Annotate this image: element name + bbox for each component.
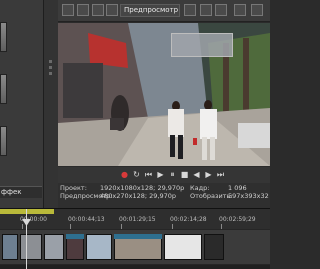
tick (70, 224, 71, 229)
preview-info: Проект: 1920x1080x128; 29,970p Предпросм… (58, 183, 270, 208)
grip-dot (49, 60, 52, 63)
video-clip[interactable] (164, 234, 202, 260)
media-thumbnail[interactable] (0, 74, 7, 104)
panel-splitter[interactable] (44, 0, 58, 208)
audio-track-strip (0, 265, 270, 269)
tick (221, 224, 222, 229)
play-icon[interactable]: ▶ (156, 170, 165, 179)
display-value: 597x393x32 (228, 192, 269, 200)
image-overlay (171, 33, 233, 57)
loop-icon[interactable]: ↻ (132, 170, 141, 179)
project-label: Проект: (60, 184, 87, 192)
overlays-icon[interactable] (106, 4, 118, 16)
more-icon[interactable] (251, 4, 263, 16)
dropdown-arrow-icon[interactable] (184, 4, 196, 16)
settings-icon[interactable] (62, 4, 74, 16)
copy-snapshot-icon[interactable] (200, 4, 212, 16)
grip-dot (49, 72, 52, 75)
video-track[interactable] (0, 230, 270, 264)
timeline-ruler[interactable]: 00:00:00 00:00:44;13 00:01:29;15 00:02:1… (0, 209, 270, 229)
video-preview[interactable] (58, 23, 270, 166)
clip-label-bar (66, 234, 84, 239)
video-clip[interactable] (2, 234, 18, 260)
preview-quality-select[interactable]: Предпросмотр (авто) (120, 4, 180, 17)
split-screen-icon[interactable] (92, 4, 104, 16)
preview-toolbar: Предпросмотр (авто) (58, 0, 270, 22)
video-clip[interactable] (204, 234, 224, 260)
tick-label: 00:00:44;13 (68, 216, 105, 223)
video-clip[interactable] (44, 234, 64, 260)
next-frame-icon[interactable]: ▶ (204, 170, 213, 179)
timeline[interactable]: 00:00:00 00:00:44;13 00:01:29;15 00:02:1… (0, 208, 270, 269)
external-monitor-icon[interactable] (77, 4, 89, 16)
frame-label: Кадр: (190, 184, 210, 192)
tab-effects[interactable]: ффек (0, 186, 42, 198)
tick-label: 00:01:29;15 (119, 216, 156, 223)
next-marker-icon[interactable]: ⏭ (216, 170, 225, 179)
save-snapshot-icon[interactable] (215, 4, 227, 16)
record-icon[interactable]: ● (120, 170, 129, 179)
prev-frame-icon[interactable]: ◀ (192, 170, 201, 179)
tick (121, 224, 122, 229)
video-clip[interactable] (86, 234, 112, 260)
tick (22, 224, 23, 229)
play-from-start-icon[interactable]: ⏮ (144, 170, 153, 179)
video-frame (58, 23, 270, 166)
pause-icon[interactable]: ⏸ (168, 170, 177, 179)
frame-value: 1 096 (228, 184, 247, 192)
project-value: 1920x1080x128; 29,970p (100, 184, 185, 192)
stop-icon[interactable]: ■ (180, 170, 189, 179)
playhead[interactable] (26, 209, 27, 269)
transport-controls: ● ↻ ⏮ ▶ ⏸ ■ ◀ ▶ ⏭ (58, 167, 270, 183)
video-clip[interactable] (20, 234, 42, 260)
preview-value: 480x270x128; 29,970p (100, 192, 177, 200)
tick (172, 224, 173, 229)
grid-icon[interactable] (234, 4, 246, 16)
media-panel: ффек (0, 0, 44, 208)
media-thumbnail[interactable] (0, 22, 7, 52)
display-label: Отобразить: (190, 192, 233, 200)
loop-region[interactable] (0, 209, 54, 214)
tick-label: 00:02:59;29 (219, 216, 256, 223)
media-thumbnail[interactable] (0, 126, 7, 156)
grip-dot (49, 66, 52, 69)
tick-label: 00:02:14;28 (170, 216, 207, 223)
clip-label-bar (114, 234, 162, 239)
